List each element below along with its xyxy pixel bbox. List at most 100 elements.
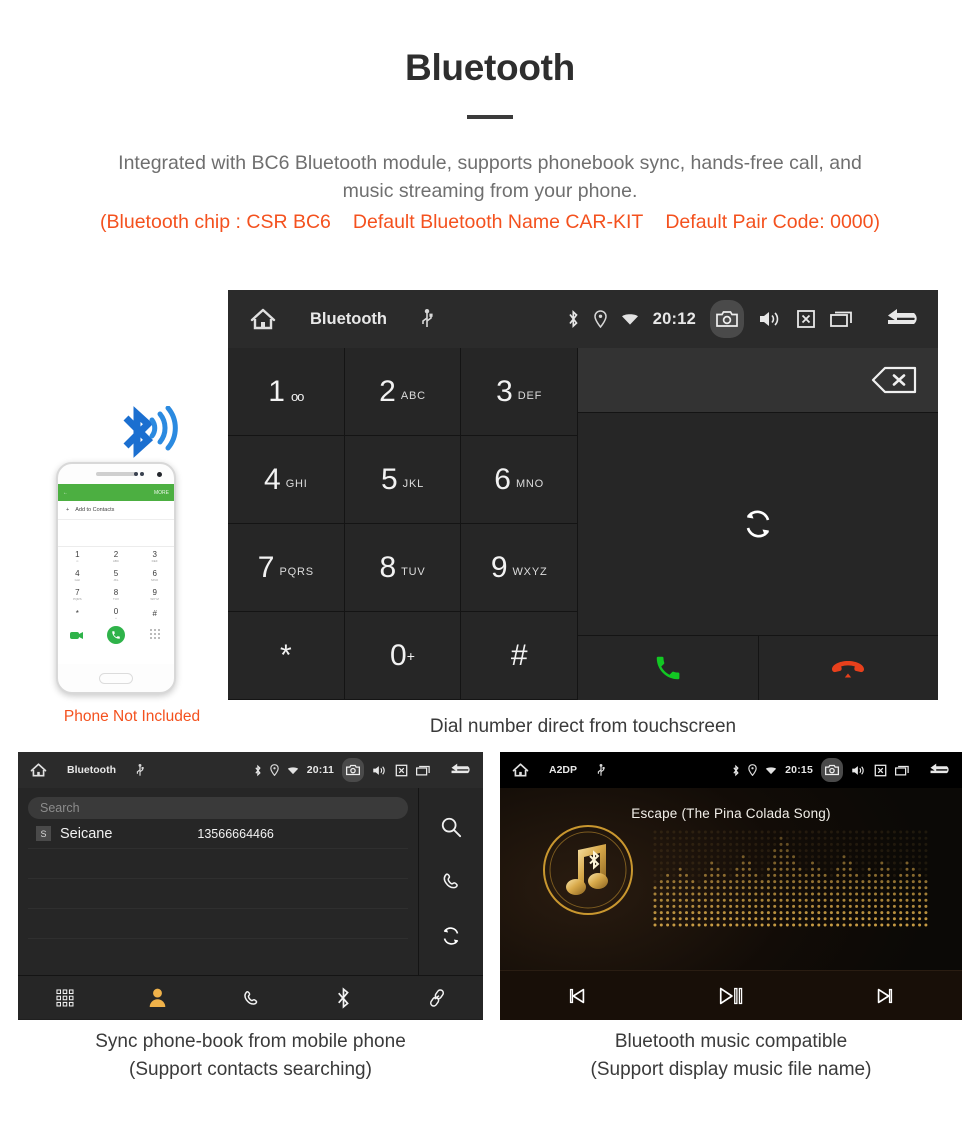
phone-key[interactable]: 9 WXYZ (135, 585, 174, 604)
hangup-button[interactable] (757, 636, 939, 700)
phone-key[interactable]: 7 PQRS (58, 585, 97, 604)
backspace-icon[interactable] (870, 365, 918, 395)
back-icon[interactable] (449, 763, 473, 777)
location-icon (748, 764, 757, 776)
phone-key[interactable]: 5 JKL (97, 566, 136, 585)
recents-icon[interactable] (895, 764, 910, 777)
location-icon (269, 764, 279, 776)
dial-key-4[interactable]: 4 GHI (228, 436, 345, 524)
volume-icon[interactable] (372, 764, 387, 777)
phone-front-camera (157, 471, 162, 477)
audio-transfer-button[interactable] (578, 413, 938, 636)
phone-add-contact-row[interactable]: + Add to Contacts (58, 501, 174, 520)
previous-icon[interactable] (500, 985, 654, 1007)
search-placeholder: Search (40, 801, 80, 815)
dial-key-2[interactable]: 2 ABC (344, 348, 462, 436)
dial-key-5[interactable]: 5 JKL (344, 436, 462, 524)
home-icon[interactable] (512, 763, 529, 777)
call-button[interactable] (578, 636, 758, 700)
dialed-number-display[interactable] (578, 348, 938, 413)
table-row[interactable] (28, 849, 408, 879)
location-icon (594, 310, 607, 328)
phone-not-included-note: Phone Not Included (63, 708, 201, 725)
description-line-1: Integrated with BC6 Bluetooth module, su… (118, 151, 862, 174)
phone-home-button[interactable] (58, 664, 174, 692)
phone-appbar: ← MORE (58, 484, 174, 501)
phone-number-field[interactable] (58, 520, 174, 547)
music-controls[interactable] (500, 970, 962, 1020)
phone-key[interactable]: # (135, 604, 174, 623)
call-icon[interactable] (440, 870, 462, 892)
phone-key[interactable]: * (58, 604, 97, 623)
back-icon[interactable] (884, 308, 922, 330)
dial-key-hash[interactable]: # (461, 612, 578, 700)
phone-call-button[interactable] (97, 626, 136, 644)
phone-keypad[interactable]: 1 ∞ 2 ABC 3 DEF 4 GHI 5 JKL 6 MNO 7 PQRS 8 TUV 9… (58, 547, 174, 623)
next-icon[interactable] (808, 985, 962, 1007)
dial-key-9[interactable]: 9 WXYZ (461, 524, 578, 612)
recents-icon[interactable] (416, 764, 431, 777)
phone-key[interactable]: 2 ABC (97, 547, 136, 566)
sync-icon[interactable] (440, 925, 462, 947)
music-caption-line-2: (Support display music file name) (590, 1059, 872, 1080)
phone-keypad-icon[interactable] (135, 629, 174, 641)
recents-icon[interactable] (830, 309, 854, 329)
phone-back-icon[interactable]: ← (63, 490, 68, 496)
contacts-navbar[interactable] (18, 975, 483, 1019)
search-input[interactable]: Search (28, 797, 408, 819)
nav-call-log[interactable] (204, 988, 297, 1008)
table-row[interactable] (28, 909, 408, 939)
spec-pair-code: Default Pair Code: 0000) (665, 210, 880, 233)
close-box-icon[interactable] (874, 764, 887, 777)
contacts-body: Search S Seicane 13566664466 (18, 788, 483, 975)
nav-dialpad[interactable] (18, 988, 111, 1007)
dial-key-3[interactable]: 3 DEF (461, 348, 578, 436)
wifi-icon (621, 312, 639, 326)
home-icon[interactable] (30, 763, 47, 777)
dial-key-1[interactable]: 1 oo (228, 348, 345, 436)
contacts-list-area: Search S Seicane 13566664466 (18, 788, 419, 975)
nav-link[interactable] (390, 988, 483, 1008)
usb-icon (597, 763, 605, 777)
phone-earpiece (58, 464, 174, 484)
phone-key[interactable]: 0 + (97, 604, 136, 623)
camera-icon[interactable] (821, 758, 843, 782)
volume-icon[interactable] (851, 764, 866, 777)
camera-icon[interactable] (342, 758, 364, 782)
dialer-right-panel (578, 348, 938, 700)
play-pause-icon[interactable] (654, 984, 808, 1008)
phone-key[interactable]: 4 GHI (58, 566, 97, 585)
dial-key-8[interactable]: 8 TUV (344, 524, 462, 612)
phone-videocall-icon[interactable] (58, 631, 97, 640)
table-row[interactable]: S Seicane 13566664466 (28, 819, 408, 849)
camera-icon[interactable] (710, 300, 744, 338)
nav-contacts[interactable] (111, 987, 204, 1008)
contacts-clock: 20:11 (306, 764, 334, 776)
dial-key-6[interactable]: 6 MNO (461, 436, 578, 524)
dial-key-7[interactable]: 7 PQRS (228, 524, 345, 612)
nav-bluetooth[interactable] (297, 986, 390, 1009)
contacts-screen: Bluetooth 20:11 Search S Seicane 1356666… (18, 752, 483, 1020)
table-row[interactable] (28, 879, 408, 909)
volume-icon[interactable] (758, 309, 782, 329)
dialer-keypad[interactable]: 1 oo 2 ABC 3 DEF 4 GHI 5 JKL 6 MNO 7 PQRS 8 TUV … (228, 348, 578, 700)
back-icon[interactable] (928, 763, 952, 777)
dial-key-star[interactable]: * (228, 612, 345, 700)
close-box-icon[interactable] (796, 309, 816, 329)
dialer-clock: 20:12 (652, 309, 696, 328)
dial-key-0[interactable]: 0 + (344, 612, 462, 700)
bluetooth-feature-page: Bluetooth Integrated with BC6 Bluetooth … (0, 0, 980, 1143)
phone-add-contact-label: Add to Contacts (75, 507, 115, 513)
phone-more-label[interactable]: MORE (154, 490, 169, 496)
phone-screen: ← MORE + Add to Contacts 1 ∞ 2 ABC 3 DEF 4G… (58, 484, 174, 664)
phone-key[interactable]: 8 TUV (97, 585, 136, 604)
page-title: Bluetooth (405, 47, 575, 88)
close-box-icon[interactable] (395, 764, 408, 777)
home-icon[interactable] (250, 308, 276, 330)
phone-key[interactable]: 6 MNO (135, 566, 174, 585)
phone-key[interactable]: 1 ∞ (58, 547, 97, 566)
music-clock: 20:15 (785, 764, 813, 776)
search-icon[interactable] (440, 816, 462, 838)
spectrum-visualizer (652, 828, 930, 928)
phone-key[interactable]: 3 DEF (135, 547, 174, 566)
